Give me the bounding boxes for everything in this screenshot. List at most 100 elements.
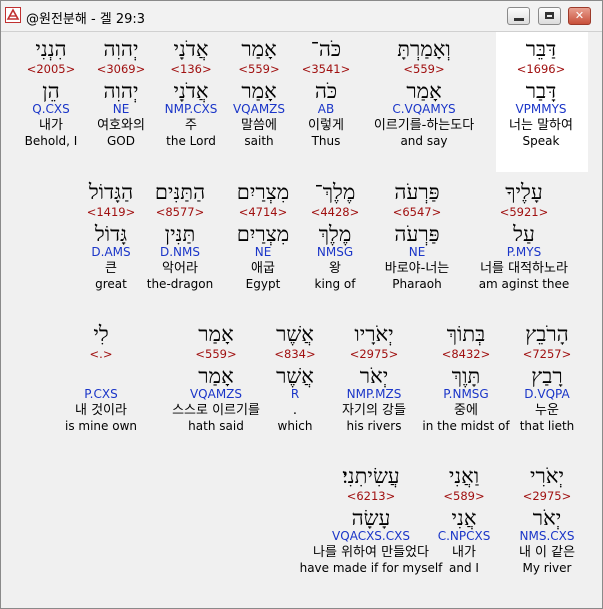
lexical-form: אָמַר <box>241 79 277 103</box>
english-gloss: is mine own <box>65 419 137 433</box>
hebrew-word: מִצְרַיִם <box>236 180 290 204</box>
strong-number: <8432> <box>441 347 491 361</box>
lexical-form: דָּבַר <box>525 79 557 103</box>
word-column[interactable]: אֲדֹנָי <136> אֲדֹנָי NMP.CXS 주 the Lord <box>165 36 218 149</box>
parsing-code: P.NMSG <box>443 387 489 401</box>
hebrew-word: יְאֹרָיו <box>354 322 394 346</box>
word-column[interactable]: יְאֹרִי <2975> יְאֹר NMS.CXS 내 이 같은 My river <box>519 463 575 576</box>
word-column[interactable]: יְאֹרָיו <2975> יְאֹר NMP.MZS 자기의 강들 his rive… <box>342 321 406 434</box>
word-column[interactable]: עָלֶיךָ <5921> עַל P.MYS 너를 대적하노라 am aginst t… <box>479 179 570 292</box>
korean-gloss: 스스로 이르기를 <box>172 403 260 418</box>
lexical-form <box>65 363 137 387</box>
strong-number: <4714> <box>238 205 288 219</box>
maximize-button[interactable] <box>538 7 561 25</box>
korean-gloss: 왕 <box>329 261 341 276</box>
english-gloss: which <box>277 419 313 433</box>
word-column[interactable]: הִנְנִי <2005> הֵן Q.CXS 내가 Behold, I <box>25 36 78 149</box>
korean-gloss: 나를 위하여 만들었다 <box>313 545 429 560</box>
lexical-form: מִצְרַיִם <box>236 222 290 246</box>
english-gloss: have made if for myself <box>299 561 443 575</box>
parsing-code: Q.CXS <box>32 102 70 116</box>
parsing-code: AB <box>317 102 335 116</box>
parsing-code: VQACXS.CXS <box>332 529 410 543</box>
korean-gloss: 바로야-너는 <box>384 261 450 276</box>
english-gloss: the Lord <box>166 134 216 148</box>
word-column[interactable]: בְּתוֹךְ <8432> תָּוֶךְ P.NMSG 중에 in the mids… <box>422 321 509 434</box>
parsing-code: NMSG <box>316 245 354 259</box>
word-column[interactable]: מִצְרַיִם <4714> מִצְרַיִם NE 애굽 Egypt <box>237 179 289 292</box>
english-gloss: that lieth <box>519 419 575 433</box>
lexical-form: כֹּה <box>314 79 338 103</box>
word-column[interactable]: אָמַר <559> אָמַר VQAMZS 스스로 이르기를 hath said <box>172 321 260 434</box>
hebrew-word: הַגָּדוֹל <box>88 180 134 204</box>
maximize-icon <box>545 12 554 19</box>
close-button[interactable]: ✕ <box>568 7 591 25</box>
hebrew-word: יְהוִה <box>103 37 139 61</box>
minimize-icon <box>514 18 524 21</box>
close-icon: ✕ <box>574 9 585 22</box>
korean-gloss: 내 이 같은 <box>518 545 576 560</box>
korean-gloss: 내 것이라 <box>75 403 127 418</box>
word-column[interactable]: עֲשִׂיתִנִי׃ <6213> עָשָׂה VQACXS.CXS 나를 위하여… <box>300 463 443 576</box>
word-column[interactable]: יְהוִה <3069> יְהוִה NE 여호와의 GOD <box>97 36 146 149</box>
parsing-code: NE <box>112 102 130 116</box>
word-column[interactable]: כֹּה־ <3541> כֹּה AB 이렇게 Thus <box>302 36 351 149</box>
parsing-code: C.NPCXS <box>437 529 491 543</box>
english-gloss: king of <box>314 277 356 291</box>
strong-number: <2975> <box>349 347 399 361</box>
strong-number: <2975> <box>522 489 572 503</box>
strong-number: <589> <box>443 489 485 503</box>
word-column[interactable]: מֶלֶךְ־ <4428> מֶלֶךְ NMSG 왕 king of <box>311 179 360 292</box>
english-gloss: GOD <box>107 134 135 148</box>
hebrew-word: אָמַר <box>198 322 234 346</box>
app-logo-icon <box>5 7 21 23</box>
strong-number: <.> <box>89 347 113 361</box>
strong-number: <8577> <box>155 205 205 219</box>
lexical-form: אֲדֹנָי <box>173 79 209 103</box>
korean-gloss: 이렇게 <box>308 118 344 133</box>
word-column[interactable]: וַאֲנִי <589> אֲנִי C.NPCXS 내가 and I <box>438 463 491 576</box>
lexical-form: יְאֹר <box>359 364 389 388</box>
word-column[interactable]: אָמַר <559> אָמַר VQAMZS 말씀에 saith <box>233 36 285 149</box>
english-gloss: hath said <box>188 419 244 433</box>
strong-number: <559> <box>195 347 237 361</box>
lexical-form: יְאֹר <box>532 506 562 530</box>
title-bar[interactable]: @원전분해 - 겔 29:3 ✕ <box>1 1 602 32</box>
parsing-code: D.VQPA <box>524 387 570 401</box>
english-gloss: and say <box>400 134 448 148</box>
hebrew-word: יְאֹרִי <box>530 464 564 488</box>
lexical-form: אֲשֶׁר <box>276 364 314 388</box>
english-gloss: Pharaoh <box>392 277 442 291</box>
hebrew-word: אָמַר <box>241 37 277 61</box>
lexical-form: מֶלֶךְ <box>318 222 352 246</box>
word-column[interactable]: הָרֹבֵץ <7257> רָבַץ D.VQPA 누운 that lieth <box>520 321 575 434</box>
lexical-form: אֲנִי <box>451 506 477 530</box>
word-column[interactable]: הַגָּדוֹל <1419> גָּדוֹל D.AMS 큰 great <box>87 179 136 292</box>
hebrew-word: לִי <box>93 322 109 346</box>
parsing-code: D.NMS <box>159 245 200 259</box>
word-column[interactable]: וְאָמַרְתָּ <559> אָמַר C.VQAMYS 이르기를-하는도다 an… <box>374 36 474 149</box>
english-gloss: the-dragon <box>146 277 214 291</box>
korean-gloss: 너는 말하여 <box>509 118 573 133</box>
minimize-button[interactable] <box>507 7 530 25</box>
korean-gloss: 내가 <box>452 545 476 560</box>
word-column[interactable]: הַתַּנִּים <8577> תַּנִּין D.NMS 악어라 the-drag… <box>147 179 214 292</box>
lexical-form: פַּרְעֹה <box>394 222 440 246</box>
strong-number: <136> <box>170 62 212 76</box>
lexical-form: אָמַר <box>406 79 442 103</box>
lexical-form: גָּדוֹל <box>94 222 128 246</box>
word-column[interactable]: אֲשֶׁר <834> אֲשֶׁר R. which <box>274 321 315 434</box>
english-gloss: Egypt <box>245 277 281 291</box>
parsing-code: NMS.CXS <box>519 529 575 543</box>
application-window: @원전분해 - 겔 29:3 ✕ דַּבֵּר <1696> דָּבַר VPMM… <box>0 0 603 609</box>
word-column[interactable]: לִי <.> P.CXS 내 것이라 is mine own <box>65 321 137 434</box>
english-gloss: in the midst of <box>422 419 510 433</box>
hebrew-word: וְאָמַרְתָּ <box>397 37 451 61</box>
korean-gloss: 누운 <box>535 403 559 418</box>
strong-number: <4428> <box>310 205 360 219</box>
word-column[interactable]: דַּבֵּר <1696> דָּבַר VPMMYS 너는 말하여 Speak <box>509 36 573 149</box>
english-gloss: am aginst thee <box>478 277 570 291</box>
word-column[interactable]: פַּרְעֹה <6547> פַּרְעֹה NE 바로야-너는 Pharaoh <box>385 179 450 292</box>
strong-number: <834> <box>274 347 316 361</box>
parsing-code: R <box>290 387 300 401</box>
